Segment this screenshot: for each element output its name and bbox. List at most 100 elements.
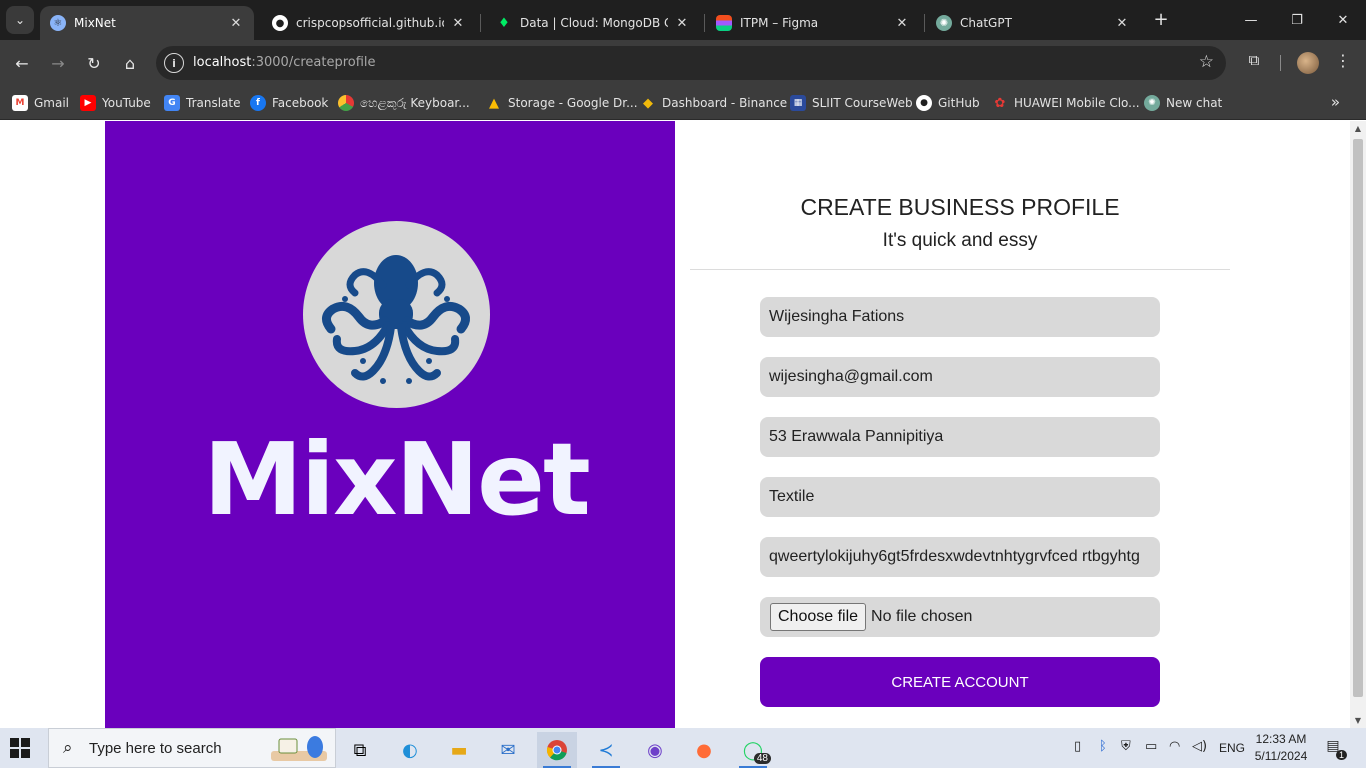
mail-icon[interactable]: ✉ [488, 732, 528, 768]
react-icon: ⚛ [50, 15, 66, 31]
page-scrollbar[interactable]: ▲ ▼ [1350, 121, 1366, 728]
site-info-icon[interactable]: i [164, 53, 184, 73]
bookmark-label: Translate [186, 96, 241, 110]
close-tab-icon[interactable]: ✕ [228, 16, 244, 31]
reload-button[interactable]: ↻ [80, 49, 108, 77]
url-host: localhost [193, 55, 252, 70]
home-button[interactable]: ⌂ [116, 49, 144, 77]
whatsapp-icon[interactable]: ◯ 48 [733, 732, 773, 768]
huawei-icon: ✿ [994, 95, 1006, 111]
bookmarks-bar: M Gmail ▶ YouTube G Translate f Facebook… [0, 86, 1366, 120]
scrollbar-thumb[interactable] [1353, 139, 1363, 697]
profile-avatar[interactable] [1297, 52, 1319, 74]
minimize-window-button[interactable]: — [1228, 0, 1274, 40]
wifi-icon[interactable]: ◠ [1169, 739, 1180, 754]
octopus-logo [303, 221, 490, 408]
mongodb-leaf-icon: ♦ [498, 15, 510, 31]
email-input[interactable]: wijesingha@gmail.com [760, 357, 1160, 397]
tab-separator [704, 14, 705, 32]
bookmark-label: Storage - Google Dr... [508, 96, 638, 110]
clock-time: 12:33 AM [1255, 732, 1307, 746]
sliit-icon: ▦ [790, 95, 806, 111]
address-url[interactable]: localhost:3000/createprofile [193, 55, 376, 70]
github-desktop-icon[interactable]: ◉ [635, 732, 675, 768]
bookmark-github[interactable]: ● GitHub [916, 92, 980, 114]
create-account-button[interactable]: CREATE ACCOUNT [760, 657, 1160, 707]
bookmark-label: SLIIT CourseWeb [812, 96, 913, 110]
business-name-input[interactable]: Wijesingha Fations [760, 297, 1160, 337]
tab-chatgpt[interactable]: ✺ ChatGPT ✕ [926, 6, 1140, 40]
form-title: CREATE BUSINESS PROFILE [800, 194, 1120, 220]
clock-date: 5/11/2024 [1254, 749, 1308, 763]
volume-icon[interactable]: ◁) [1192, 739, 1207, 754]
tab-title: ChatGPT [960, 16, 1012, 30]
input-language[interactable]: ENG [1219, 741, 1245, 755]
choose-file-button[interactable]: Choose file [770, 603, 867, 631]
gmail-icon: M [12, 95, 28, 111]
bookmark-label: New chat [1166, 96, 1223, 110]
taskbar-search-box[interactable]: ⌕ Type here to search [48, 728, 336, 768]
bookmark-label: HUAWEI Mobile Clo... [1014, 96, 1140, 110]
bookmark-star-icon[interactable]: ☆ [1199, 52, 1214, 72]
notification-center-icon[interactable]: ▤ 1 [1323, 738, 1347, 760]
bookmark-sliit[interactable]: ▦ SLIIT CourseWeb [790, 92, 913, 114]
windows-start-icon[interactable] [10, 738, 30, 758]
new-tab-button[interactable]: + [1150, 8, 1172, 32]
bookmark-facebook[interactable]: f Facebook [250, 92, 328, 114]
tab-separator [480, 14, 481, 32]
edge-icon[interactable]: ◐ [390, 732, 430, 768]
bookmark-label: Dashboard - Binance [662, 96, 788, 110]
bookmark-huawei[interactable]: ✿ HUAWEI Mobile Clo... [992, 92, 1140, 114]
bookmark-gmail[interactable]: M Gmail [12, 92, 69, 114]
usb-icon[interactable]: ▯ [1074, 739, 1081, 754]
tab-github[interactable]: ● crispcopsofficial.github.io/fro ✕ [262, 6, 476, 40]
file-status: No file chosen [871, 608, 973, 625]
close-window-button[interactable]: ✕ [1320, 0, 1366, 40]
battery-icon[interactable]: ▭ [1145, 739, 1157, 754]
extensions-icon[interactable]: ⧉ [1242, 51, 1266, 75]
close-tab-icon[interactable]: ✕ [1114, 16, 1130, 31]
tab-figma[interactable]: ITPM – Figma ✕ [706, 6, 920, 40]
bookmark-binance[interactable]: ◆ Dashboard - Binance [640, 92, 787, 114]
bookmark-label: GitHub [938, 96, 980, 110]
facebook-icon: f [250, 95, 266, 111]
scroll-up-arrow-icon[interactable]: ▲ [1353, 124, 1363, 133]
description-input[interactable]: qweertylokijuhy6gt5frdesxwdevtnhtygrvfce… [760, 537, 1160, 577]
more-bookmarks-icon[interactable]: » [1331, 93, 1340, 111]
form-subtitle: It's quick and essy [882, 230, 1038, 251]
address-input[interactable]: 53 Erawwala Pannipitiya [760, 417, 1160, 457]
bluetooth-icon[interactable]: ᛒ [1099, 739, 1107, 754]
bookmark-label: YouTube [102, 96, 151, 110]
tab-mongodb[interactable]: ♦ Data | Cloud: MongoDB Clou ✕ [486, 6, 700, 40]
forward-button[interactable]: → [44, 49, 72, 77]
tab-title: ITPM – Figma [740, 16, 819, 30]
chrome-icon[interactable] [537, 732, 577, 768]
scroll-down-arrow-icon[interactable]: ▼ [1353, 716, 1363, 725]
translate-icon: G [164, 95, 180, 111]
chatgpt-icon: ✺ [1144, 95, 1160, 111]
tab-mixnet[interactable]: ⚛ MixNet ✕ [40, 6, 254, 40]
category-input[interactable]: Textile [760, 477, 1160, 517]
bookmark-youtube[interactable]: ▶ YouTube [80, 92, 151, 114]
vscode-icon[interactable]: ≺ [586, 732, 626, 768]
back-button[interactable]: ← [8, 49, 36, 77]
close-tab-icon[interactable]: ✕ [450, 16, 466, 31]
restore-window-button[interactable]: ❐ [1274, 0, 1320, 40]
form-divider [690, 269, 1230, 270]
bookmark-new-chat[interactable]: ✺ New chat [1144, 92, 1222, 114]
address-bar[interactable]: i localhost:3000/createprofile ☆ [156, 46, 1226, 80]
file-explorer-icon[interactable]: ▬ [439, 732, 479, 768]
bookmark-helakuru[interactable]: හෙළකුරු Keyboar... [338, 92, 470, 114]
tab-separator [924, 14, 925, 32]
page-viewport: MixNet CREATE BUSINESS PROFILE It's quic… [0, 121, 1350, 728]
task-view-icon[interactable]: ⧉ [340, 732, 380, 768]
tab-search-button[interactable]: ⌄ [6, 6, 34, 34]
close-tab-icon[interactable]: ✕ [894, 16, 910, 31]
bookmark-google-drive[interactable]: ▲ Storage - Google Dr... [486, 92, 638, 114]
browser-menu-icon[interactable]: ⋮ [1333, 51, 1353, 75]
bookmark-translate[interactable]: G Translate [164, 92, 241, 114]
postman-icon[interactable]: ● [684, 732, 724, 768]
taskbar-clock[interactable]: 12:33 AM 5/11/2024 [1252, 731, 1310, 765]
close-tab-icon[interactable]: ✕ [674, 16, 690, 31]
security-shield-icon[interactable]: ⛨ [1121, 739, 1131, 754]
